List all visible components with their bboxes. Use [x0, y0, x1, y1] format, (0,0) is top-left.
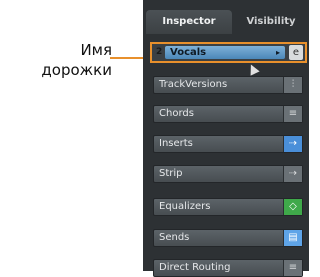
mouse-cursor-icon — [246, 62, 260, 76]
annotation-line-1: Имя — [80, 41, 112, 59]
section-chords[interactable]: Chords ≡ — [153, 105, 303, 123]
track-name-row[interactable]: 2 Vocals ▸ e — [150, 42, 307, 63]
section-inserts[interactable]: Inserts ⇢ — [153, 135, 303, 153]
section-label: Sends — [159, 232, 190, 243]
annotation-line-2: дорожки — [41, 61, 112, 79]
edit-icon[interactable]: e — [289, 45, 303, 60]
track-name-annotation: Имя дорожки — [0, 40, 112, 80]
eq-icon[interactable]: ◇ — [283, 199, 302, 215]
track-name-field[interactable]: Vocals ▸ — [165, 46, 285, 59]
section-label: Inserts — [159, 138, 193, 149]
section-sends[interactable]: Sends ▤ — [153, 229, 303, 247]
inspector-tabs: Inspector Visibility — [143, 10, 309, 34]
section-label: Equalizers — [159, 201, 211, 212]
section-label: TrackVersions — [159, 79, 228, 90]
section-label: Direct Routing — [159, 262, 231, 273]
routing-icon[interactable]: ≡ — [283, 260, 302, 276]
track-name: Vocals — [170, 47, 207, 58]
strip-icon[interactable]: ⇢ — [283, 166, 302, 182]
track-arrow-icon[interactable]: ▸ — [276, 46, 280, 59]
chords-icon[interactable]: ≡ — [283, 106, 302, 122]
tab-visibility[interactable]: Visibility — [235, 10, 307, 34]
section-strip[interactable]: Strip ⇢ — [153, 165, 303, 183]
tab-inspector[interactable]: Inspector — [146, 10, 232, 34]
section-trackversions[interactable]: TrackVersions ⫶ — [153, 76, 303, 94]
track-number: 2 — [156, 47, 163, 57]
versions-icon[interactable]: ⫶ — [283, 77, 302, 93]
inspector-panel: Inspector Visibility 2 Vocals ▸ e TrackV… — [143, 0, 309, 277]
section-direct-routing[interactable]: Direct Routing ≡ — [153, 259, 303, 277]
inserts-icon[interactable]: ⇢ — [283, 136, 302, 152]
sends-icon[interactable]: ▤ — [283, 230, 302, 246]
section-label: Chords — [159, 108, 194, 119]
section-label: Strip — [159, 168, 183, 179]
section-equalizers[interactable]: Equalizers ◇ — [153, 198, 303, 216]
